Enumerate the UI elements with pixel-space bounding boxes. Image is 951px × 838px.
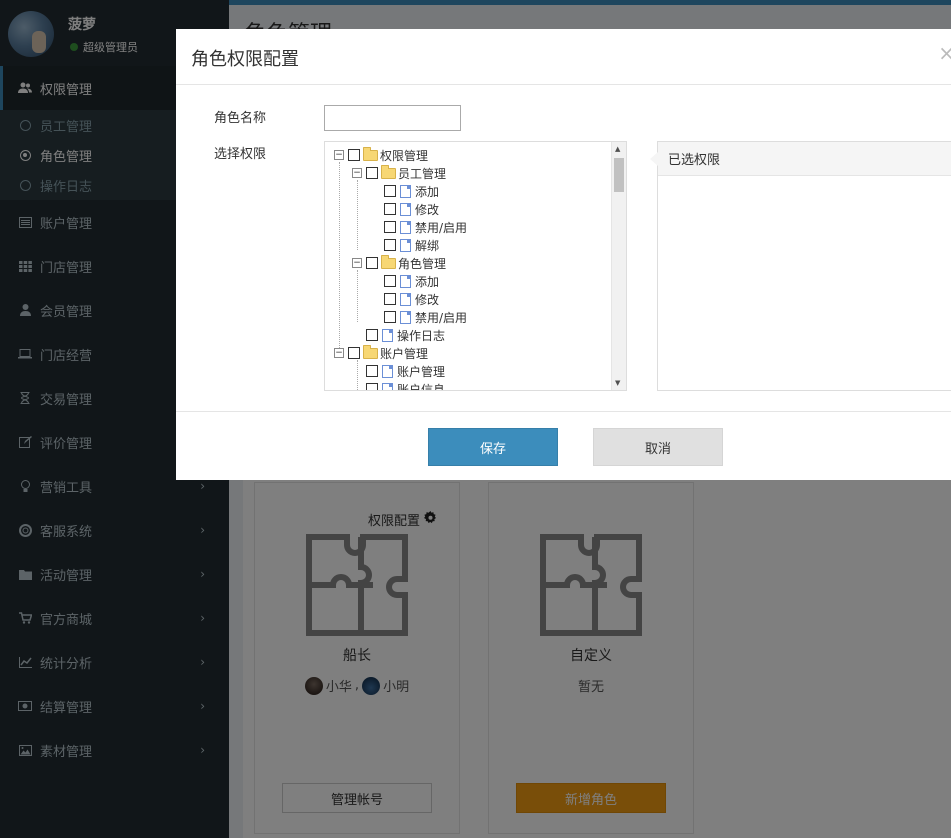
checkbox[interactable] — [348, 149, 360, 161]
tree-node-label: 账户管理 — [397, 364, 446, 379]
collapse-icon[interactable]: − — [334, 348, 344, 358]
file-icon — [400, 274, 411, 288]
folder-icon — [363, 344, 378, 359]
checkbox[interactable] — [384, 293, 396, 305]
checkbox[interactable] — [384, 239, 396, 251]
tree-node-label: 禁用/启用 — [415, 310, 468, 325]
tree-node-leaf[interactable]: 禁用/启用 — [384, 218, 467, 236]
tree-node-label: 操作日志 — [397, 328, 446, 343]
tree-node-label: 修改 — [415, 292, 440, 307]
checkbox[interactable] — [366, 257, 378, 269]
checkbox[interactable] — [384, 221, 396, 233]
close-icon[interactable]: × — [938, 41, 951, 65]
tree-node-label: 账户信息 — [397, 382, 446, 391]
checkbox[interactable] — [366, 329, 378, 341]
tree-node-label: 权限管理 — [380, 148, 429, 163]
file-icon — [382, 382, 393, 390]
tree-node-account-mgmt[interactable]: − 账户管理 — [334, 344, 428, 362]
role-permission-modal: 角色权限配置 × 角色名称 选择权限 − 权限管理 − 员工管理 添加 修改 禁… — [176, 29, 951, 480]
file-icon — [400, 220, 411, 234]
checkbox[interactable] — [384, 185, 396, 197]
permission-label: 选择权限 — [214, 147, 267, 162]
checkbox[interactable] — [384, 203, 396, 215]
file-icon — [400, 184, 411, 198]
checkbox[interactable] — [384, 275, 396, 287]
scrollbar[interactable]: ▲ ▼ — [611, 142, 626, 390]
checkbox[interactable] — [348, 347, 360, 359]
scroll-down-icon[interactable]: ▼ — [615, 379, 620, 387]
tree-node-leaf[interactable]: 解绑 — [384, 236, 439, 254]
tree-node-leaf[interactable]: 修改 — [384, 200, 439, 218]
tree-node-label: 员工管理 — [398, 166, 447, 181]
file-icon — [400, 238, 411, 252]
tree-node-label: 账户管理 — [380, 346, 429, 361]
folder-icon — [363, 146, 378, 161]
checkbox[interactable] — [366, 383, 378, 390]
tree-node-leaf[interactable]: 账户信息 — [366, 380, 446, 391]
role-name-input[interactable] — [324, 105, 461, 131]
scrollbar-thumb[interactable] — [614, 158, 624, 192]
selected-permissions-title: 已选权限 — [650, 142, 951, 176]
tree-node-staff[interactable]: − 员工管理 — [352, 164, 446, 182]
permission-tree: − 权限管理 − 员工管理 添加 修改 禁用/启用 解绑 − 角色管理 添加 修… — [324, 141, 627, 391]
modal-header: 角色权限配置 × — [176, 29, 951, 85]
tree-node-leaf[interactable]: 添加 — [384, 182, 439, 200]
tree-node-label: 禁用/启用 — [415, 220, 468, 235]
folder-icon — [381, 254, 396, 269]
tree-node-log[interactable]: 操作日志 — [366, 326, 445, 344]
checkbox[interactable] — [384, 311, 396, 323]
file-icon — [382, 328, 393, 342]
tree-node-label: 添加 — [415, 184, 440, 199]
file-icon — [382, 364, 393, 378]
tree-node-permission-mgmt[interactable]: − 权限管理 — [334, 146, 428, 164]
modal-title: 角色权限配置 — [191, 49, 299, 70]
role-name-label: 角色名称 — [214, 111, 267, 126]
collapse-icon[interactable]: − — [334, 150, 344, 160]
tree-node-leaf[interactable]: 修改 — [384, 290, 439, 308]
tree-node-label: 添加 — [415, 274, 440, 289]
tree-node-label: 修改 — [415, 202, 440, 217]
collapse-icon[interactable]: − — [352, 258, 362, 268]
checkbox[interactable] — [366, 365, 378, 377]
folder-icon — [381, 164, 396, 179]
file-icon — [400, 292, 411, 306]
collapse-icon[interactable]: − — [352, 168, 362, 178]
checkbox[interactable] — [366, 167, 378, 179]
tree-node-label: 解绑 — [415, 238, 440, 253]
file-icon — [400, 202, 411, 216]
tree-node-leaf[interactable]: 添加 — [384, 272, 439, 290]
selected-permissions-panel: 已选权限 — [650, 141, 951, 391]
scroll-up-icon[interactable]: ▲ — [615, 145, 620, 153]
modal-footer: 保存 取消 — [176, 411, 951, 480]
tree-node-label: 角色管理 — [398, 256, 447, 271]
save-button[interactable]: 保存 — [428, 428, 558, 466]
tree-node-leaf[interactable]: 禁用/启用 — [384, 308, 467, 326]
tree-node-role[interactable]: − 角色管理 — [352, 254, 446, 272]
cancel-button[interactable]: 取消 — [593, 428, 723, 466]
tree-node-leaf[interactable]: 账户管理 — [366, 362, 445, 380]
file-icon — [400, 310, 411, 324]
